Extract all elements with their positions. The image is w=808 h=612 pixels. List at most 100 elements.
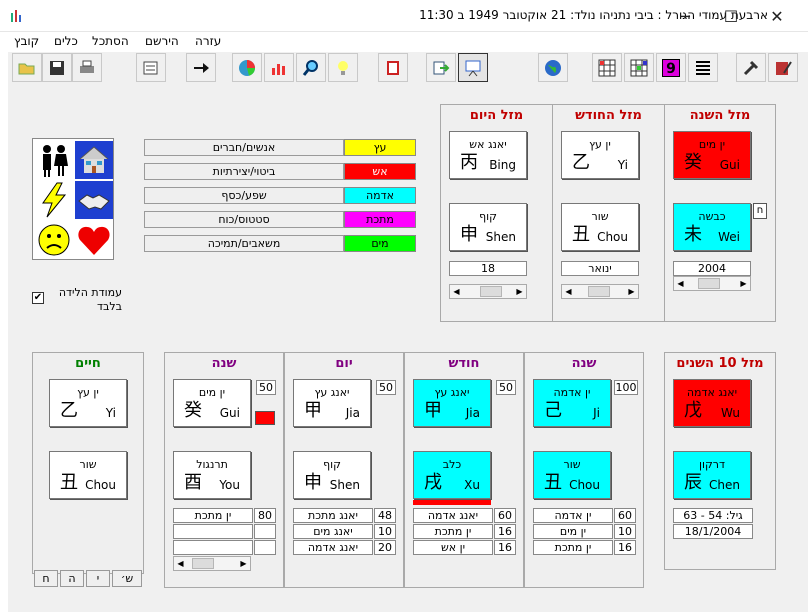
bulb-icon[interactable]	[328, 53, 358, 82]
luck-month-branch-card[interactable]: שור 丑 Chou	[561, 203, 639, 251]
stem-pinyin: Wu	[720, 406, 740, 420]
element-label[interactable]: ביטוי/יצירתיות	[144, 163, 344, 180]
luck-month-scrollbar[interactable]: ◀ ▶	[561, 284, 639, 299]
hidden-stem-val: 48	[374, 508, 396, 523]
stem-pinyin: Ji	[593, 406, 600, 420]
pillar-button-y[interactable]: י	[86, 570, 110, 587]
menu-view[interactable]: הסתכל	[92, 34, 129, 48]
hidden-stem-val: 10	[374, 524, 396, 539]
element-label[interactable]: שפע/כסף	[144, 187, 344, 204]
handshake-icon[interactable]	[75, 181, 113, 219]
pillar-stem-card[interactable]: יאנג עץ 甲 Jia	[293, 379, 371, 427]
branch-pinyin: Shen	[485, 230, 516, 244]
luck-year-stem-card[interactable]: ין מים 癸 Gui	[673, 131, 751, 179]
luck-day-field[interactable]: 18	[449, 261, 527, 276]
pillar-branch-card[interactable]: קוף 申 Shen	[293, 451, 371, 499]
maximize-button[interactable]: ☐	[708, 0, 754, 32]
export-icon[interactable]	[426, 53, 456, 82]
luck-year-scrollbar[interactable]: ◀ ▶	[673, 276, 751, 291]
menu-register[interactable]: הירשם	[145, 34, 179, 48]
sad-face-icon[interactable]	[35, 221, 73, 259]
pillar-month-panel: חודש יאנג עץ 甲 Jia 50 כלב 戌 Xu יאנג אדמה…	[404, 352, 524, 588]
menu-bar: קובץ כלים הסתכל הירשם עזרה	[0, 32, 808, 52]
presentation-icon[interactable]	[458, 53, 488, 82]
book-pen-icon[interactable]	[768, 53, 798, 82]
save-icon[interactable]	[42, 53, 72, 82]
pie-chart-icon[interactable]	[232, 53, 262, 82]
arrow-right-icon[interactable]	[186, 53, 216, 82]
print-icon[interactable]	[72, 53, 102, 82]
stem-pinyin: Jia	[465, 406, 480, 420]
pillar-branch-card[interactable]: תרנגול 酉 You	[173, 451, 251, 499]
pillar-scrollbar[interactable]: ◀ ▶	[173, 556, 251, 571]
pillar-title: שנה	[571, 356, 597, 371]
element-label[interactable]: אנשים/חברים	[144, 139, 344, 156]
grid-b-icon[interactable]	[624, 53, 654, 82]
people-icon[interactable]	[35, 141, 73, 179]
luck-month-field[interactable]: ינואר	[561, 261, 639, 276]
house-icon[interactable]	[75, 141, 113, 179]
properties-icon[interactable]	[136, 53, 166, 82]
minimize-button[interactable]: ─	[662, 0, 708, 32]
luck-day-branch-card[interactable]: קוף 申 Shen	[449, 203, 527, 251]
heart-icon[interactable]	[75, 221, 113, 259]
pillar-branch-card[interactable]: שור 丑 Chou	[533, 451, 611, 499]
menu-file[interactable]: קובץ	[14, 34, 39, 48]
life-stem-card[interactable]: ין עץ 乙 Yi	[49, 379, 127, 427]
lightning-icon[interactable]	[35, 181, 73, 219]
ten-year-luck-panel: מזל 10 השנים יאנג אדמה 戊 Wu דרקון 辰 Chen…	[664, 352, 776, 570]
luck-year-branch-card[interactable]: כבשה 未 Wei	[673, 203, 751, 251]
hidden-stem-name: ין אש	[413, 540, 493, 555]
element-label[interactable]: סטטוס/כוח	[144, 211, 344, 228]
pillar-stem-card[interactable]: ין אדמה 己 Ji	[533, 379, 611, 427]
ten-year-age: גיל: 54 - 63	[673, 508, 753, 523]
pillar-button-h[interactable]: ח	[34, 570, 58, 587]
close-button[interactable]: ✕	[754, 0, 800, 32]
hidden-stem-val: 16	[494, 524, 516, 539]
bar-chart-icon[interactable]	[264, 53, 294, 82]
branch-char: 丑	[60, 472, 78, 493]
birth-pillar-checkbox[interactable]: ✔	[32, 292, 44, 304]
pillar-stem-card[interactable]: יאנג עץ 甲 Jia	[413, 379, 491, 427]
element-chip-wood: עץ	[344, 139, 416, 156]
small-h-button[interactable]: ח	[753, 203, 767, 219]
menu-tools[interactable]: כלים	[54, 34, 78, 48]
stem-char: 甲	[424, 400, 442, 421]
branch-char: 申	[460, 224, 478, 245]
hidden-stem-name: יאנג אדמה	[293, 540, 373, 555]
branch-pinyin: Chen	[709, 478, 740, 492]
branch-pinyin: Chou	[85, 478, 116, 492]
life-branch-card[interactable]: שור 丑 Chou	[49, 451, 127, 499]
pillar-button-sh[interactable]: ש׳	[112, 570, 142, 587]
globe-icon[interactable]	[538, 53, 568, 82]
magnifier-icon[interactable]	[296, 53, 326, 82]
element-label[interactable]: משאבים/תמיכה	[144, 235, 344, 252]
book-icon[interactable]	[378, 53, 408, 82]
pillar-branch-card[interactable]: כלב 戌 Xu	[413, 451, 491, 499]
pillar-button-he[interactable]: ה	[60, 570, 84, 587]
nine-icon[interactable]: 9	[656, 53, 686, 82]
pillar-buttons: ח ה י ש׳	[34, 570, 142, 588]
red-marker	[255, 411, 275, 425]
ten-year-branch-card[interactable]: דרקון 辰 Chen	[673, 451, 751, 499]
luck-year-field[interactable]: 2004	[673, 261, 751, 276]
left-edge	[0, 52, 8, 612]
branch-pinyin: Chou	[569, 478, 600, 492]
list-lines-icon[interactable]	[688, 53, 718, 82]
stem-char: 癸	[184, 400, 202, 421]
pillar-stem-card[interactable]: ין מים 癸 Gui	[173, 379, 251, 427]
luck-day-scrollbar[interactable]: ◀ ▶	[449, 284, 527, 299]
open-folder-icon[interactable]	[12, 53, 42, 82]
tools-icon[interactable]	[736, 53, 766, 82]
hidden-stem-val: 80	[254, 508, 276, 523]
ten-year-stem-card[interactable]: יאנג אדמה 戊 Wu	[673, 379, 751, 427]
hidden-stem-name: יאנג מתכת	[293, 508, 373, 523]
menu-help[interactable]: עזרה	[195, 34, 221, 48]
luck-month-stem-card[interactable]: ין עץ 乙 Yi	[561, 131, 639, 179]
grid-a-icon[interactable]	[592, 53, 622, 82]
branch-char: 申	[304, 472, 322, 493]
luck-day-stem-card[interactable]: יאנג אש 丙 Bing	[449, 131, 527, 179]
stem-pinyin: Jia	[345, 406, 360, 420]
stem-char: 丙	[460, 152, 478, 173]
hidden-stem-name: יאנג אדמה	[413, 508, 493, 523]
